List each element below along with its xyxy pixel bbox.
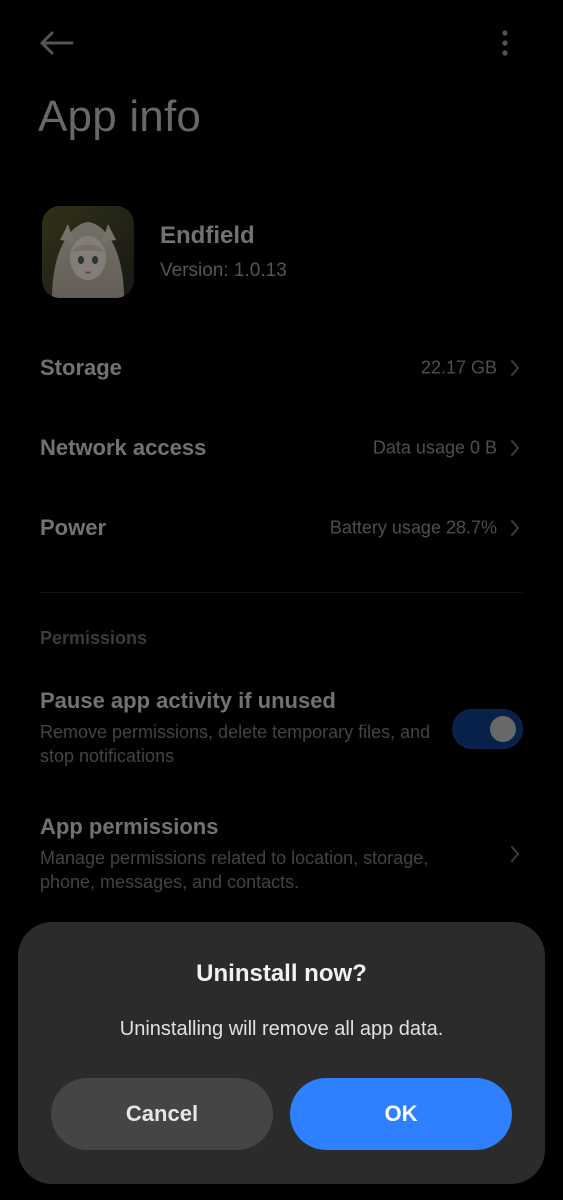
storage-label: Storage (40, 355, 122, 380)
chevron-right-icon (507, 356, 523, 380)
chevron-right-icon (507, 436, 523, 460)
app-permissions-title: App permissions (40, 814, 219, 839)
pause-app-activity-title: Pause app activity if unused (40, 688, 336, 713)
back-arrow-icon (40, 31, 74, 55)
top-bar (0, 0, 563, 90)
network-access-label: Network access (40, 435, 207, 460)
dialog-title: Uninstall now? (196, 960, 367, 987)
chevron-right-icon (507, 516, 523, 540)
dialog-message: Uninstalling will remove all app data. (119, 1018, 444, 1040)
app-permissions-setting[interactable]: App permissions Manage permissions relat… (40, 814, 525, 894)
more-options-button[interactable] (488, 24, 522, 62)
power-row[interactable]: Power Battery usage 28.7% (0, 492, 563, 564)
power-label: Power (40, 515, 107, 540)
toggle-knob (490, 716, 516, 742)
app-name: Endfield (160, 222, 255, 249)
permissions-section-title: Permissions (40, 628, 148, 648)
ok-button[interactable]: OK (290, 1078, 512, 1150)
pause-app-activity-description: Remove permissions, delete temporary fil… (40, 722, 431, 767)
app-version: Version: 1.0.13 (160, 260, 287, 281)
network-access-row[interactable]: Network access Data usage 0 B (0, 412, 563, 484)
network-access-value: Data usage 0 B (372, 437, 497, 458)
uninstall-dialog: Uninstall now? Uninstalling will remove … (18, 922, 545, 1184)
back-button[interactable] (34, 24, 78, 62)
app-icon (42, 206, 134, 298)
pause-app-activity-toggle[interactable] (452, 709, 523, 749)
app-icon-image (42, 206, 134, 298)
chevron-right-icon (507, 842, 523, 866)
app-info-screen: App info Endfield Version: 1.0.13 Storag… (0, 0, 563, 1200)
storage-value: 22.17 GB (420, 357, 497, 378)
section-divider (40, 592, 523, 593)
page-title: App info (38, 92, 202, 141)
cancel-button[interactable]: Cancel (51, 1078, 273, 1150)
power-value: Battery usage 28.7% (329, 517, 497, 538)
app-header: Endfield Version: 1.0.13 (42, 206, 522, 298)
app-permissions-description: Manage permissions related to location, … (40, 848, 429, 893)
more-vert-icon (502, 30, 508, 56)
storage-row[interactable]: Storage 22.17 GB (0, 332, 563, 404)
